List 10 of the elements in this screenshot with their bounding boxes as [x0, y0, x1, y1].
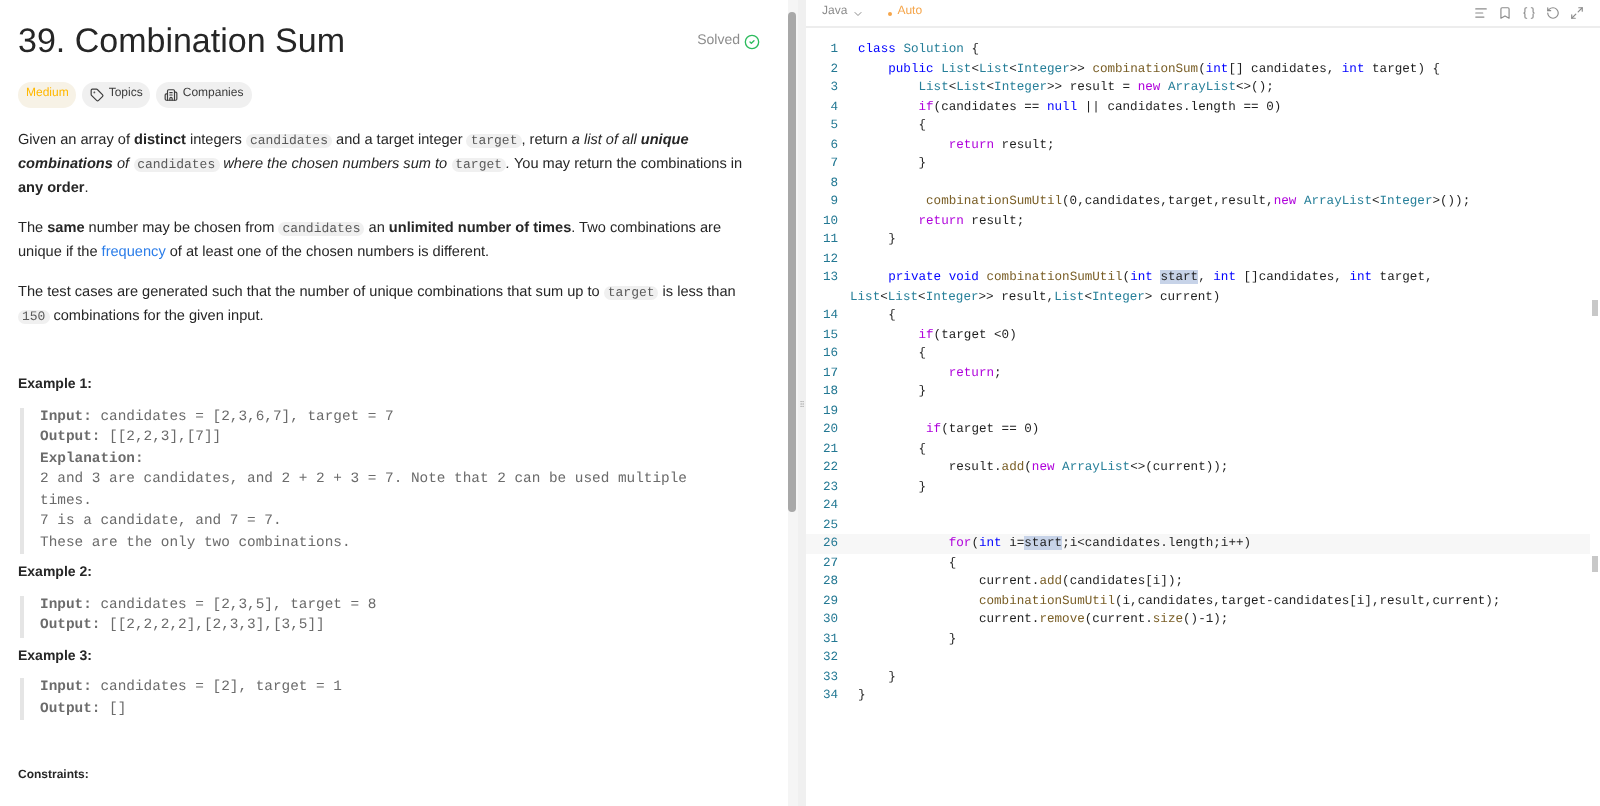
format-icon[interactable]: [1474, 6, 1488, 20]
bookmark-icon[interactable]: [1498, 6, 1512, 20]
braces-icon[interactable]: [1522, 6, 1536, 20]
expand-icon[interactable]: [1570, 6, 1584, 20]
caret-icon: [851, 7, 864, 19]
building-icon: [164, 88, 179, 102]
scrollbar[interactable]: [788, 0, 798, 806]
problem-title: 39. Combination Sum: [18, 20, 345, 64]
tag-icon: [90, 88, 105, 102]
undo-icon[interactable]: [1546, 6, 1560, 20]
